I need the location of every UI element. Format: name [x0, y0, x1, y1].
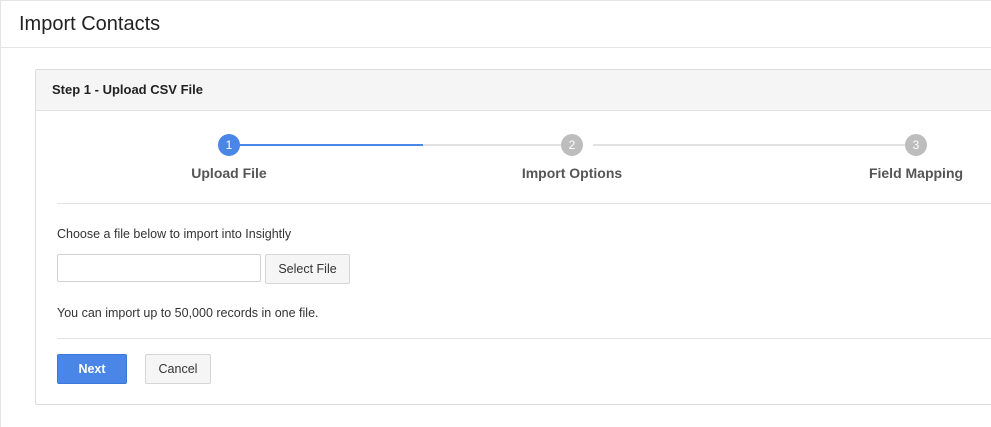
actions-divider [57, 338, 991, 339]
step-3-circle: 3 [905, 134, 927, 156]
import-limit-text: You can import up to 50,000 records in o… [57, 306, 319, 320]
step-connector-1-2 [423, 144, 571, 146]
page-title: Import Contacts [19, 13, 161, 35]
next-button[interactable]: Next [57, 354, 127, 384]
step-2-circle: 2 [561, 134, 583, 156]
panel-heading-title: Step 1 - Upload CSV File [52, 82, 203, 97]
page-header: Import Contacts [1, 1, 991, 48]
upload-panel: Step 1 - Upload CSV File 1 2 3 Upload Fi… [35, 69, 991, 405]
stepper-divider [57, 203, 991, 204]
step-2-label: Import Options [521, 165, 623, 181]
file-path-input[interactable] [57, 254, 261, 282]
panel-heading: Step 1 - Upload CSV File [36, 70, 991, 111]
step-1-circle: 1 [218, 134, 240, 156]
import-stepper: 1 2 3 Upload File Import Options Field M… [57, 132, 991, 192]
step-1-label: Upload File [191, 165, 267, 181]
page-border-left [0, 0, 1, 427]
step-connector-2-3 [593, 144, 915, 146]
select-file-button[interactable]: Select File [265, 254, 350, 284]
upload-instruction: Choose a file below to import into Insig… [57, 227, 292, 241]
cancel-button[interactable]: Cancel [145, 354, 211, 384]
step-connector-1-2-completed [229, 144, 423, 146]
step-3-label: Field Mapping [868, 165, 964, 181]
